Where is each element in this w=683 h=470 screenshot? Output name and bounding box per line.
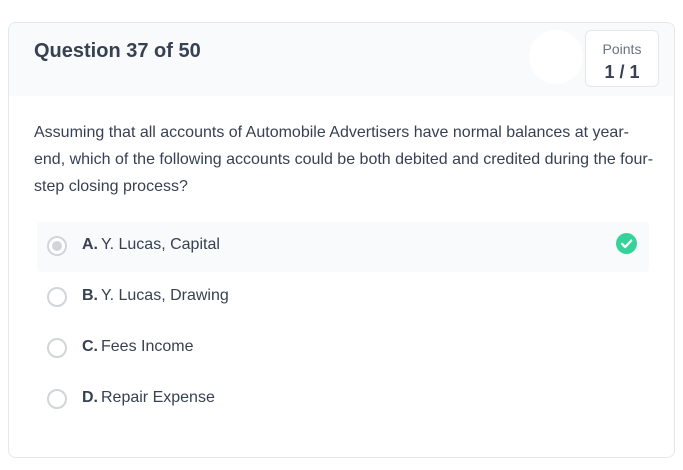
option-text: Fees Income [101,338,194,355]
option-text: Y. Lucas, Capital [101,236,220,253]
option-c[interactable]: C. Fees Income [37,324,649,374]
radio-d[interactable] [47,389,67,409]
option-d[interactable]: D. Repair Expense [37,375,649,425]
points-label: Points [602,41,642,57]
header-circle-decoration [529,30,583,84]
option-text: Repair Expense [101,389,215,406]
question-card: Question 37 of 50 Points 1 / 1 Assuming … [8,22,675,458]
question-header: Question 37 of 50 Points 1 / 1 [9,23,674,96]
option-letter: D. [82,389,98,406]
question-title: Question 37 of 50 [34,40,201,62]
option-letter: B. [82,287,98,304]
radio-b[interactable] [47,287,67,307]
option-text: Y. Lucas, Drawing [101,287,229,304]
question-text: Assuming that all accounts of Automobile… [34,124,654,195]
option-b[interactable]: B. Y. Lucas, Drawing [37,273,649,323]
check-circle-icon [616,233,637,254]
radio-c[interactable] [47,338,67,358]
points-value: 1 / 1 [604,62,640,82]
option-a[interactable]: A. Y. Lucas, Capital [37,222,649,272]
option-letter: C. [82,338,98,355]
option-letter: A. [82,236,98,253]
radio-a[interactable] [47,236,67,256]
points-box: Points 1 / 1 [585,30,659,87]
